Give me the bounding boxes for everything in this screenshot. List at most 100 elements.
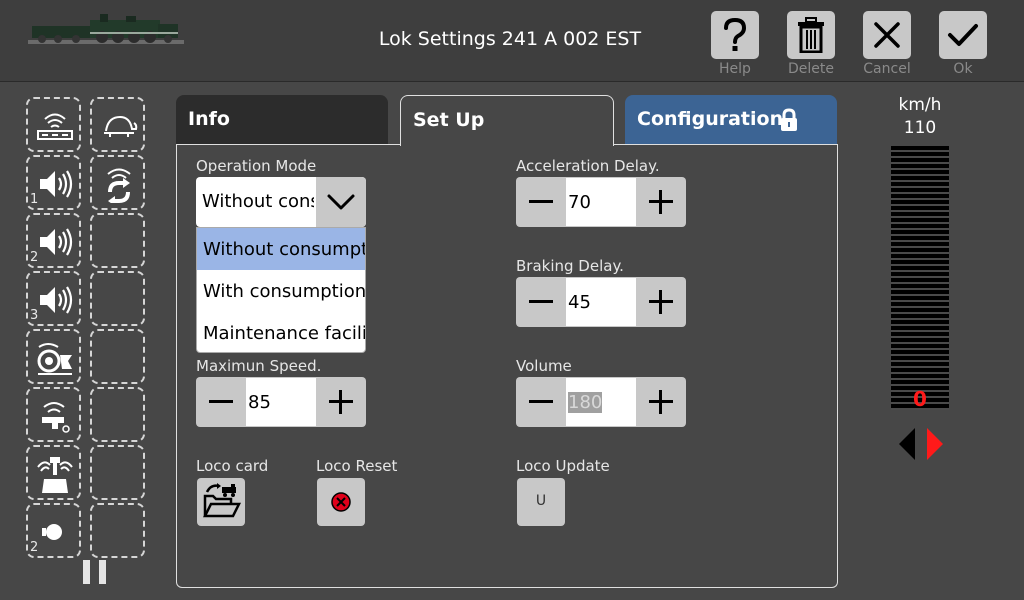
delete-button[interactable] xyxy=(787,11,835,59)
direction-reverse-icon[interactable] xyxy=(897,426,919,462)
volume-decrease-button[interactable] xyxy=(516,377,566,427)
function-button-empty[interactable] xyxy=(90,213,145,268)
function-button-whistle[interactable] xyxy=(26,387,81,442)
whistle-icon xyxy=(42,402,70,433)
sound-router-icon xyxy=(37,113,73,140)
plus-icon xyxy=(659,390,662,414)
function-button-shunting[interactable] xyxy=(90,97,145,152)
tab-configuration-label: Configuration xyxy=(637,108,784,130)
speaker-icon xyxy=(40,228,73,256)
function-button-sound-1[interactable]: 1 xyxy=(26,155,81,210)
max-speed-input[interactable]: 85 xyxy=(246,378,316,426)
direction-forward-icon[interactable] xyxy=(923,426,945,462)
acceleration-delay-input[interactable]: 70 xyxy=(566,178,636,226)
trash-icon xyxy=(798,17,824,53)
tab-info[interactable]: Info xyxy=(176,95,388,145)
help-button[interactable] xyxy=(711,11,759,59)
panel-border xyxy=(613,144,838,145)
check-icon xyxy=(948,24,978,46)
tab-setup[interactable]: Set Up xyxy=(400,95,614,146)
acceleration-delay-stepper: 70 xyxy=(516,177,686,227)
acceleration-increase-button[interactable] xyxy=(636,177,686,227)
plus-icon xyxy=(659,290,662,314)
function-number: 3 xyxy=(30,308,39,323)
acceleration-decrease-button[interactable] xyxy=(516,177,566,227)
function-button-steam-dome[interactable] xyxy=(26,445,81,500)
function-button-sound-3[interactable]: 3 xyxy=(26,271,81,326)
sound-cycle-icon xyxy=(107,168,131,203)
lock-icon xyxy=(781,108,797,131)
delete-label: Delete xyxy=(788,61,834,77)
function-button-sound-router[interactable] xyxy=(26,97,81,152)
speed-scale xyxy=(891,146,949,410)
function-button-empty[interactable] xyxy=(90,445,145,500)
function-button-empty[interactable] xyxy=(90,329,145,384)
header-bar: Lok Settings 241 A 002 EST Help Delete C… xyxy=(0,0,1024,82)
function-button-sound-2[interactable]: 2 xyxy=(26,213,81,268)
turtle-icon xyxy=(104,115,138,137)
volume-input[interactable]: 180 xyxy=(566,378,636,426)
loco-update-button[interactable]: U xyxy=(517,478,565,526)
function-number: 2 xyxy=(30,250,39,265)
minus-icon xyxy=(529,200,553,203)
dropdown-toggle[interactable] xyxy=(316,177,366,227)
braking-delay-label: Braking Delay. xyxy=(516,257,624,275)
speed-max: 110 xyxy=(903,118,937,138)
tab-setup-label: Set Up xyxy=(413,109,485,131)
help-label: Help xyxy=(719,61,751,77)
close-icon xyxy=(874,22,900,48)
compressor-icon xyxy=(37,343,72,375)
function-button-empty[interactable] xyxy=(90,503,145,558)
function-button-sound-cycle[interactable] xyxy=(90,155,145,210)
loco-update-label: Loco Update xyxy=(516,457,610,475)
panel-border xyxy=(176,144,401,145)
folder-open-icon xyxy=(202,483,242,518)
volume-value: 180 xyxy=(568,392,603,413)
function-button-compressor[interactable] xyxy=(26,329,81,384)
loco-reset-button[interactable] xyxy=(317,478,365,526)
braking-delay-stepper: 45 xyxy=(516,277,686,327)
headlight-icon xyxy=(42,524,62,540)
minus-icon xyxy=(209,400,233,403)
pause-icon[interactable] xyxy=(83,560,107,584)
speaker-icon xyxy=(40,286,73,314)
function-button-headlight[interactable]: 2 xyxy=(26,503,81,558)
plus-icon xyxy=(339,390,342,414)
loco-card-button[interactable] xyxy=(197,478,245,526)
volume-stepper: 180 xyxy=(516,377,686,427)
tab-info-label: Info xyxy=(188,108,230,130)
ok-label: Ok xyxy=(953,61,973,77)
braking-increase-button[interactable] xyxy=(636,277,686,327)
operation-mode-options: Without consumption With consumption Mai… xyxy=(196,227,366,353)
max-speed-decrease-button[interactable] xyxy=(196,377,246,427)
volume-increase-button[interactable] xyxy=(636,377,686,427)
loco-card-label: Loco card xyxy=(196,457,269,475)
option-without-consumption[interactable]: Without consumption xyxy=(197,228,365,270)
loco-update-button-label: U xyxy=(535,493,547,509)
function-number: 2 xyxy=(30,540,39,555)
locomotive-image xyxy=(28,14,184,44)
option-with-consumption[interactable]: With consumption xyxy=(197,270,365,312)
question-icon xyxy=(724,17,747,51)
minus-icon xyxy=(529,300,553,303)
max-speed-increase-button[interactable] xyxy=(316,377,366,427)
ok-button[interactable] xyxy=(939,11,987,59)
function-button-empty[interactable] xyxy=(90,387,145,442)
operation-mode-value: Without consumption xyxy=(202,191,314,212)
tab-configuration[interactable]: Configuration xyxy=(625,95,837,145)
reset-icon xyxy=(331,492,351,512)
function-button-empty[interactable] xyxy=(90,271,145,326)
max-speed-label: Maximun Speed. xyxy=(196,357,322,375)
speed-unit: km/h xyxy=(898,95,942,115)
minus-icon xyxy=(529,400,553,403)
braking-delay-input[interactable]: 45 xyxy=(566,278,636,326)
cancel-button[interactable] xyxy=(863,11,911,59)
max-speed-stepper: 85 xyxy=(196,377,366,427)
page-title: Lok Settings 241 A 002 EST xyxy=(378,28,642,50)
steam-dome-icon xyxy=(37,457,73,493)
speed-slider[interactable] xyxy=(891,146,949,410)
braking-decrease-button[interactable] xyxy=(516,277,566,327)
loco-reset-label: Loco Reset xyxy=(316,457,398,475)
operation-mode-select[interactable]: Without consumption xyxy=(196,177,366,227)
option-maintenance-facility[interactable]: Maintenance facility xyxy=(197,312,365,352)
